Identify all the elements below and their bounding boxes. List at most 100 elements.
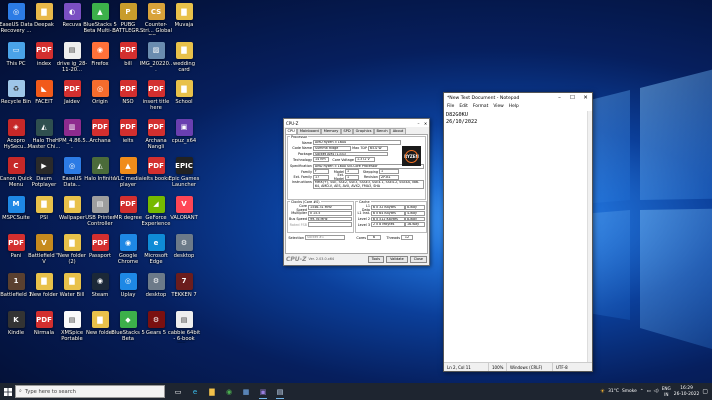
desktop-icon-uplay[interactable]: ◎ Uplay	[114, 272, 142, 313]
desktop-icon-hpm-4-86-5[interactable]: ▥ HPM_4.86.5...	[55, 118, 89, 159]
chevron-up-icon[interactable]: ⌃	[640, 389, 644, 394]
cpuz-window[interactable]: CPU-Z – ✕ CPU Mainboard Memory SPD Graph…	[283, 118, 430, 266]
desktop-icon-battlefield-v[interactable]: V Battlefield™ V	[28, 234, 60, 274]
desktop-icon-microsoft-edge[interactable]: e Microsoft Edge	[142, 234, 170, 274]
desktop-icon-wallpaper[interactable]: ▇ Wallpaper	[58, 195, 86, 236]
desktop-icon-ielts-books[interactable]: PDF ielts books	[142, 157, 170, 197]
notepad-window[interactable]: *New Text Document - Notepad – ☐ ✕ File …	[443, 92, 593, 372]
cpuz-titlebar[interactable]: CPU-Z – ✕	[284, 119, 429, 127]
desktop-icon-kindle[interactable]: K Kindle	[2, 311, 30, 351]
desktop-icon-halo-the-master-chi[interactable]: ◭ Halo The Master Chi...	[28, 118, 60, 159]
desktop-icon-recycle-bin[interactable]: ♻ Recycle Bin	[1, 80, 31, 120]
desktop-icon-epic-games-launcher[interactable]: EPIC Epic Games Launcher	[169, 157, 199, 197]
desktop-icon-water-bill[interactable]: ▇ Water Bill	[58, 272, 86, 313]
weather-temp[interactable]: 31°C	[608, 389, 619, 394]
store-taskbar-icon[interactable]: ▦	[239, 384, 253, 399]
desktop-icon-xmspice-portable[interactable]: ▤ XMSpice Portable	[58, 311, 86, 351]
desktop-icon-tekken-7[interactable]: 7 TEKKEN 7	[170, 272, 198, 313]
menu-edit[interactable]: Edit	[459, 104, 468, 109]
cpuz-taskbar-icon[interactable]: ▣	[256, 384, 270, 399]
tools-button[interactable]: Tools	[367, 255, 385, 263]
desktop-icon-new-folder-2[interactable]: ▇ New folder (2)	[58, 234, 86, 274]
validate-button[interactable]: Validate	[386, 255, 408, 263]
desktop-icon-nirmala[interactable]: PDF Nirmala	[30, 311, 58, 351]
desktop-icon-jaidev[interactable]: PDF Jaidev	[58, 80, 86, 120]
desktop-icon-bluestacks-5-beta-multi[interactable]: ▲ BlueStacks 5 Beta Multi-...	[83, 3, 117, 43]
desktop-icon-firefox[interactable]: ◉ Firefox	[86, 41, 114, 82]
desktop-icon-psi[interactable]: ▇ PSI	[30, 195, 58, 236]
desktop-icon-desktop[interactable]: ⚙ desktop	[170, 234, 198, 274]
desktop-icon-battlefield-1[interactable]: 1 Battlefield 1	[0, 272, 32, 313]
desktop-icon-ielts[interactable]: PDF ielts	[114, 118, 142, 159]
desktop-icon-deepak[interactable]: ▇ Deepak	[30, 3, 58, 43]
desktop-icon-usb-printer-controller[interactable]: ▤ USB Printer Controller	[85, 195, 115, 236]
desktop-icon-cpuz-x64[interactable]: ▣ cpuz_x64	[170, 118, 198, 159]
menu-help[interactable]: Help	[509, 104, 519, 109]
desktop-icon-origin[interactable]: ◎ Origin	[86, 80, 114, 120]
desktop-icon-easeus-data-recovery[interactable]: ◎ EaseUS Data Recovery ...	[0, 3, 33, 43]
desktop-icon-nso[interactable]: PDF NSO	[114, 80, 142, 120]
close-button[interactable]: Close	[409, 255, 427, 263]
desktop-icon-insert-title-here[interactable]: PDF insert title here	[142, 80, 170, 120]
desktop-icon-pubg-battlegr[interactable]: P PUBG BATTLEGR...	[112, 3, 144, 43]
desktop-icon-this-pc[interactable]: ▭ This PC	[2, 41, 30, 82]
file-explorer-taskbar-icon[interactable]: ▇	[205, 384, 219, 399]
task-view-icon[interactable]: ▭	[171, 384, 185, 399]
desktop-icon-school[interactable]: ▇ School	[170, 80, 198, 120]
desktop-icon-new-folder[interactable]: ▇ New folder	[30, 272, 58, 313]
desktop-icon-canon-quick-menu[interactable]: C Canon Quick Menu	[0, 157, 32, 197]
selection-dropdown[interactable]: Socket #1	[305, 235, 345, 241]
edge-taskbar-icon[interactable]: e	[188, 384, 202, 399]
notepad-taskbar-icon[interactable]: ▤	[273, 384, 287, 399]
desktop-icon-halo-infinite[interactable]: ◭ Halo Infinite	[84, 157, 116, 197]
desktop-icon-geforce-experience[interactable]: ◢ GeForce Experience	[142, 195, 170, 236]
desktop-icon-vlc-media-player[interactable]: ▲ VLC media player	[114, 157, 142, 197]
desktop-icon-daum-potplayer[interactable]: ▶ Daum Potplayer	[30, 157, 58, 197]
close-icon[interactable]: ✕	[422, 121, 429, 126]
desktop-icon-gears-5[interactable]: ⚙ Gears 5	[142, 311, 170, 351]
desktop-icon-desktop[interactable]: ⚙ desktop	[142, 272, 170, 313]
desktop-icon-archana[interactable]: PDF Archana	[86, 118, 114, 159]
desktop-icon-counter-stri-global-offe[interactable]: CSCounter-Stri... Global Offe...	[140, 3, 172, 43]
menu-view[interactable]: View	[493, 104, 503, 109]
desktop-icon-drive-ig-28-11-20[interactable]: ▤ drive ig_28-11-20...	[57, 41, 87, 82]
desktop-icon-new-folder[interactable]: ▇ New folder	[86, 311, 114, 351]
desktop-icon-acopro-hysecu[interactable]: ◈ Acopro HySecu...	[2, 118, 30, 159]
maximize-icon[interactable]: ☐	[566, 93, 579, 103]
desktop-icon-img-20220[interactable]: ▨ IMG_20220...	[140, 41, 172, 82]
notepad-text-area[interactable]: D82G0KU 26/10/2022	[446, 112, 586, 361]
language-indicator[interactable]: ENG IN	[662, 386, 671, 397]
network-icon[interactable]: ▭	[647, 389, 651, 394]
desktop-icon-index[interactable]: PDF index	[30, 41, 58, 82]
notepad-titlebar[interactable]: *New Text Document - Notepad – ☐ ✕	[444, 93, 592, 103]
minimize-icon[interactable]: –	[415, 121, 422, 126]
chrome-taskbar-icon[interactable]: ◉	[222, 384, 236, 399]
desktop-icon-muvaja[interactable]: ▇ Muvaja	[170, 3, 198, 43]
weather-icon[interactable]: ☀	[600, 388, 605, 395]
desktop-icon-archana-nangli[interactable]: PDF Archana Nangli	[142, 118, 170, 159]
close-icon[interactable]: ✕	[579, 93, 592, 103]
desktop-icon-google-chrome[interactable]: ◉ Google Chrome	[114, 234, 142, 274]
notification-icon[interactable]: ▢	[702, 388, 708, 395]
volume-icon[interactable]: ◁)	[654, 389, 659, 394]
desktop-icon-bluestacks-5-beta[interactable]: ◆ BlueStacks 5 Beta	[111, 311, 145, 351]
vertical-scrollbar[interactable]	[587, 111, 592, 362]
desktop-icon-recuva[interactable]: ◐ Recuva	[58, 3, 86, 43]
desktop-icon-cabbie-64bit-6-book-ma[interactable]: ▤ cabbie 64bit - 6-book ma...	[168, 311, 200, 351]
desktop-icon-valorant[interactable]: V VALORANT	[170, 195, 198, 236]
desktop-icon-bill[interactable]: PDF bill	[114, 41, 142, 82]
taskbar-clock[interactable]: 16:29 26-10-2022	[674, 386, 700, 397]
weather-text[interactable]: Smoke	[622, 389, 637, 394]
desktop-icon-wedding-card[interactable]: ▇ wedding card	[170, 41, 198, 82]
desktop-icon-passport[interactable]: PDF Passport	[86, 234, 114, 274]
desktop-icon-mspcsuite[interactable]: M MSPCSuite	[2, 195, 30, 236]
menu-file[interactable]: File	[447, 104, 454, 109]
taskbar-search-box[interactable]: ⌕ Type here to search	[15, 385, 165, 398]
minimize-icon[interactable]: –	[553, 93, 566, 103]
desktop-icon-faceit[interactable]: ◣ FACEIT	[30, 80, 58, 120]
menu-format[interactable]: Format	[473, 104, 488, 109]
start-button[interactable]	[0, 383, 15, 400]
desktop-icon-mr-degree[interactable]: PDF MR degree	[114, 195, 142, 236]
desktop-icon-pani[interactable]: PDF Pani	[2, 234, 30, 274]
desktop-icon-easeus-data[interactable]: ◎ EaseUS Data...	[58, 157, 86, 197]
